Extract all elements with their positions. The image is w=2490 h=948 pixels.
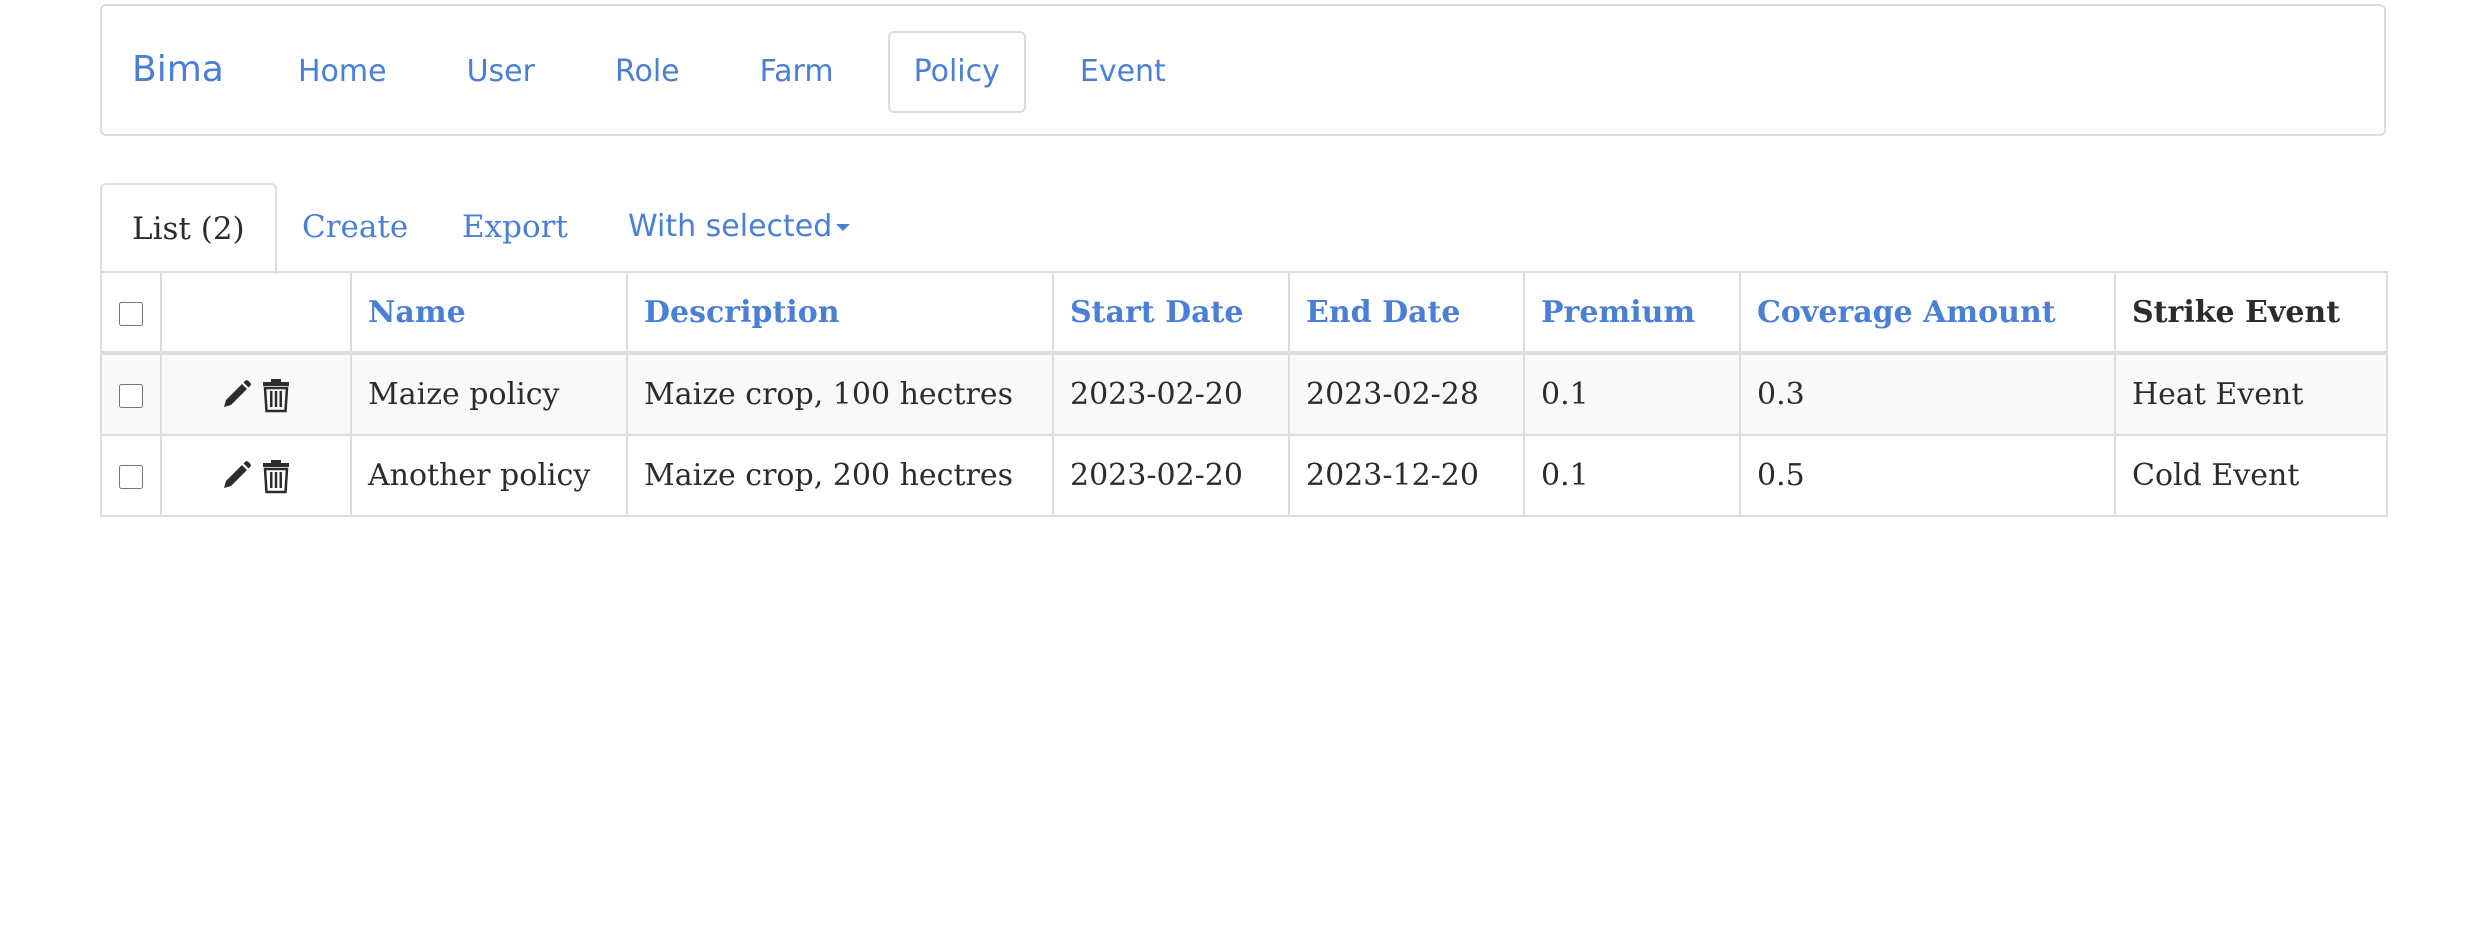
row-select-cell	[100, 434, 162, 517]
cell-start-date: 2023-02-20	[1052, 352, 1290, 436]
table-header-row: Name Description Start Date End Date Pre…	[100, 271, 2388, 355]
sort-link-end-date[interactable]: End Date	[1306, 295, 1461, 330]
cell-premium: 0.1	[1523, 352, 1741, 436]
table-row: Maize policy Maize crop, 100 hectres 202…	[100, 352, 2388, 436]
cell-premium: 0.1	[1523, 434, 1741, 517]
cell-strike-event: Heat Event	[2114, 352, 2388, 436]
row-checkbox[interactable]	[119, 384, 143, 408]
cell-coverage-amount: 0.3	[1739, 352, 2116, 436]
nav-link-role[interactable]: Role	[589, 31, 706, 113]
column-header-name[interactable]: Name	[350, 271, 628, 355]
tab-create[interactable]: Create	[302, 183, 408, 273]
sort-link-description[interactable]: Description	[644, 295, 840, 330]
nav-link-policy[interactable]: Policy	[887, 31, 1026, 113]
nav-link-user[interactable]: User	[441, 31, 561, 113]
row-checkbox[interactable]	[119, 465, 143, 489]
with-selected-label: With selected	[628, 209, 833, 244]
sort-link-premium[interactable]: Premium	[1541, 295, 1695, 330]
nav-link-farm[interactable]: Farm	[734, 31, 860, 113]
column-header-description[interactable]: Description	[626, 271, 1054, 355]
view-tabs: List (2) Create Export With selected	[100, 183, 2386, 275]
cell-name: Maize policy	[350, 352, 628, 436]
sort-link-coverage-amount[interactable]: Coverage Amount	[1757, 295, 2056, 330]
policy-table: Name Description Start Date End Date Pre…	[100, 271, 2388, 517]
sort-link-start-date[interactable]: Start Date	[1070, 295, 1243, 330]
pencil-icon[interactable]	[218, 377, 254, 413]
cell-end-date: 2023-02-28	[1288, 352, 1525, 436]
column-header-coverage-amount[interactable]: Coverage Amount	[1739, 271, 2116, 355]
sort-link-name[interactable]: Name	[368, 295, 466, 330]
row-actions	[160, 352, 352, 436]
cell-start-date: 2023-02-20	[1052, 434, 1290, 517]
row-actions	[160, 434, 352, 517]
column-header-end-date[interactable]: End Date	[1288, 271, 1525, 355]
column-header-premium[interactable]: Premium	[1523, 271, 1741, 355]
nav-link-event[interactable]: Event	[1054, 31, 1192, 113]
nav-links: Home User Role Farm Policy Event	[272, 31, 1220, 113]
table-row: Another policy Maize crop, 200 hectres 2…	[100, 434, 2388, 517]
tab-list[interactable]: List (2)	[100, 183, 277, 275]
brand-link[interactable]: Bima	[132, 6, 224, 134]
column-header-strike-event: Strike Event	[2114, 271, 2388, 355]
cell-description: Maize crop, 100 hectres	[626, 352, 1054, 436]
column-header-start-date[interactable]: Start Date	[1052, 271, 1290, 355]
cell-coverage-amount: 0.5	[1739, 434, 2116, 517]
cell-description: Maize crop, 200 hectres	[626, 434, 1054, 517]
trash-icon[interactable]	[258, 458, 294, 494]
select-all-checkbox[interactable]	[119, 301, 143, 326]
cell-name: Another policy	[350, 434, 628, 517]
cell-strike-event: Cold Event	[2114, 434, 2388, 517]
caret-down-icon	[836, 224, 851, 231]
tab-export[interactable]: Export	[462, 183, 568, 273]
row-select-cell	[100, 352, 162, 436]
select-all-cell	[100, 271, 162, 355]
trash-icon[interactable]	[258, 377, 294, 413]
navbar: Bima Home User Role Farm Policy Event	[100, 4, 2386, 136]
pencil-icon[interactable]	[218, 458, 254, 494]
nav-link-home[interactable]: Home	[272, 31, 413, 113]
actions-header	[160, 271, 352, 355]
cell-end-date: 2023-12-20	[1288, 434, 1525, 517]
with-selected-dropdown[interactable]: With selected	[628, 183, 851, 273]
